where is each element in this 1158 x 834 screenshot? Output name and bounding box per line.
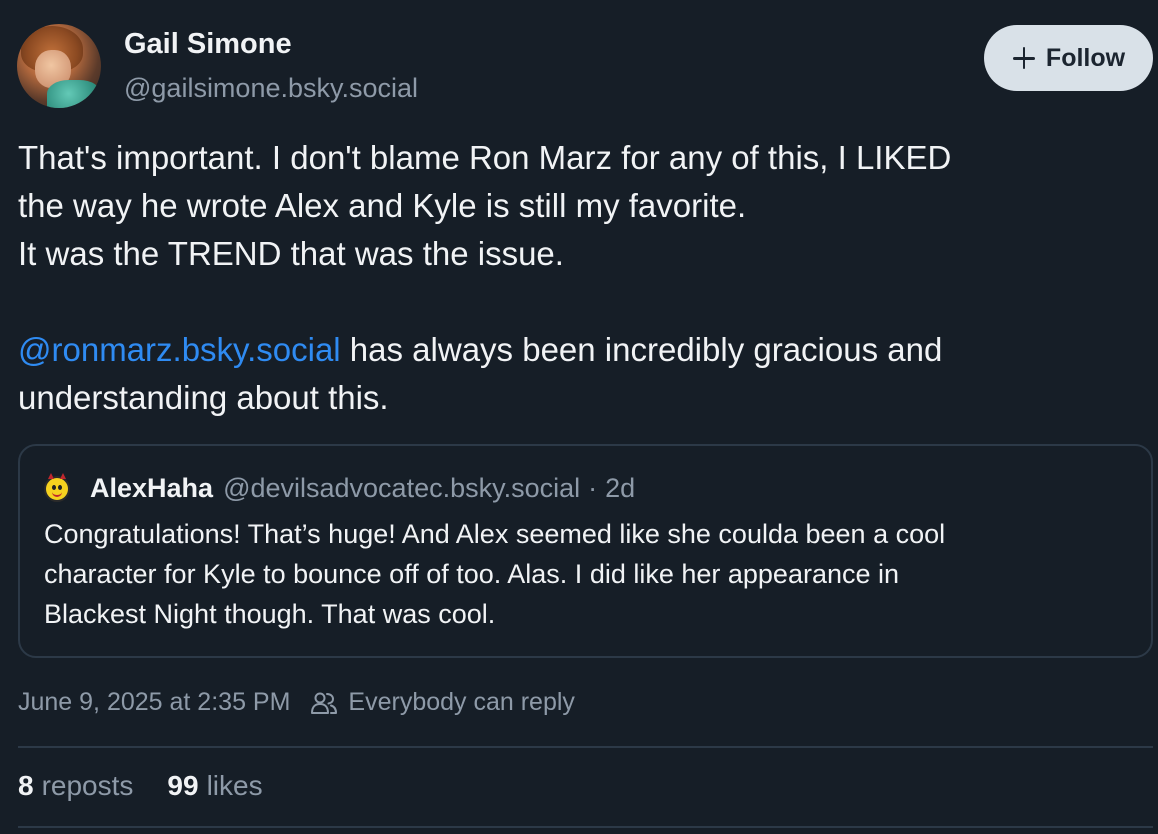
quoted-text-line: Blackest Night though. That was cool. <box>44 599 496 629</box>
reposts-stat[interactable]: 8 reposts <box>18 770 133 802</box>
follow-button-label: Follow <box>1045 43 1126 72</box>
likes-label: likes <box>206 770 263 801</box>
horn-shape <box>48 472 54 479</box>
post-text-line: That's important. I don't blame Ron Marz… <box>18 139 952 176</box>
author-avatar[interactable] <box>17 24 101 108</box>
eye-shape <box>58 484 62 490</box>
quoted-post-text: Congratulations! That’s huge! And Alex s… <box>44 514 1134 634</box>
reposts-count: 8 <box>18 770 34 801</box>
post-text-line: understanding about this. <box>18 379 389 416</box>
plus-icon <box>1012 46 1036 70</box>
mention-followup-text: has always been incredibly gracious and <box>340 331 943 368</box>
divider <box>18 746 1153 748</box>
avatar-shirt-shape <box>47 80 101 108</box>
reply-setting-label[interactable]: Everybody can reply <box>348 688 575 717</box>
quoted-author-handle[interactable]: @devilsadvocatec.bsky.social <box>223 473 580 504</box>
quoted-post-header: AlexHaha @devilsadvocatec.bsky.social · … <box>44 472 636 504</box>
quoted-post-time: 2d <box>605 473 636 503</box>
separator-dot: · <box>588 473 598 503</box>
author-handle[interactable]: @gailsimone.bsky.social <box>124 73 418 104</box>
post-text: That's important. I don't blame Ron Marz… <box>18 134 1148 422</box>
follow-button[interactable]: Follow <box>984 25 1153 91</box>
quoted-text-line: Congratulations! That’s huge! And Alex s… <box>44 519 946 549</box>
post-text-line: @ronmarz.bsky.social has always been inc… <box>18 326 1148 374</box>
post-meta: June 9, 2025 at 2:35 PM Everybody can re… <box>18 688 575 717</box>
engagement-stats: 8 reposts 99 likes <box>18 770 297 802</box>
likes-count: 99 <box>167 770 199 801</box>
mouth-shape <box>52 490 62 497</box>
mention-link[interactable]: @ronmarz.bsky.social <box>18 331 341 368</box>
quoted-post-card[interactable]: AlexHaha @devilsadvocatec.bsky.social · … <box>18 444 1153 658</box>
post-text-line: the way he wrote Alex and Kyle is still … <box>18 187 747 224</box>
horn-shape <box>60 472 66 479</box>
post-timestamp[interactable]: June 9, 2025 at 2:35 PM <box>18 688 290 717</box>
devil-smiley-icon[interactable] <box>44 472 70 502</box>
divider <box>18 826 1153 828</box>
quoted-author-name[interactable]: AlexHaha <box>90 473 213 504</box>
author-display-name[interactable]: Gail Simone <box>124 28 292 61</box>
post-thread-view: Gail Simone @gailsimone.bsky.social Foll… <box>0 0 1158 834</box>
likes-stat[interactable]: 99 likes <box>167 770 262 802</box>
quoted-text-line: character for Kyle to bounce off of too.… <box>44 559 900 589</box>
reposts-label: reposts <box>41 770 134 801</box>
eye-shape <box>52 484 56 490</box>
post-text-line: It was the TREND that was the issue. <box>18 235 564 272</box>
people-icon <box>311 692 338 714</box>
